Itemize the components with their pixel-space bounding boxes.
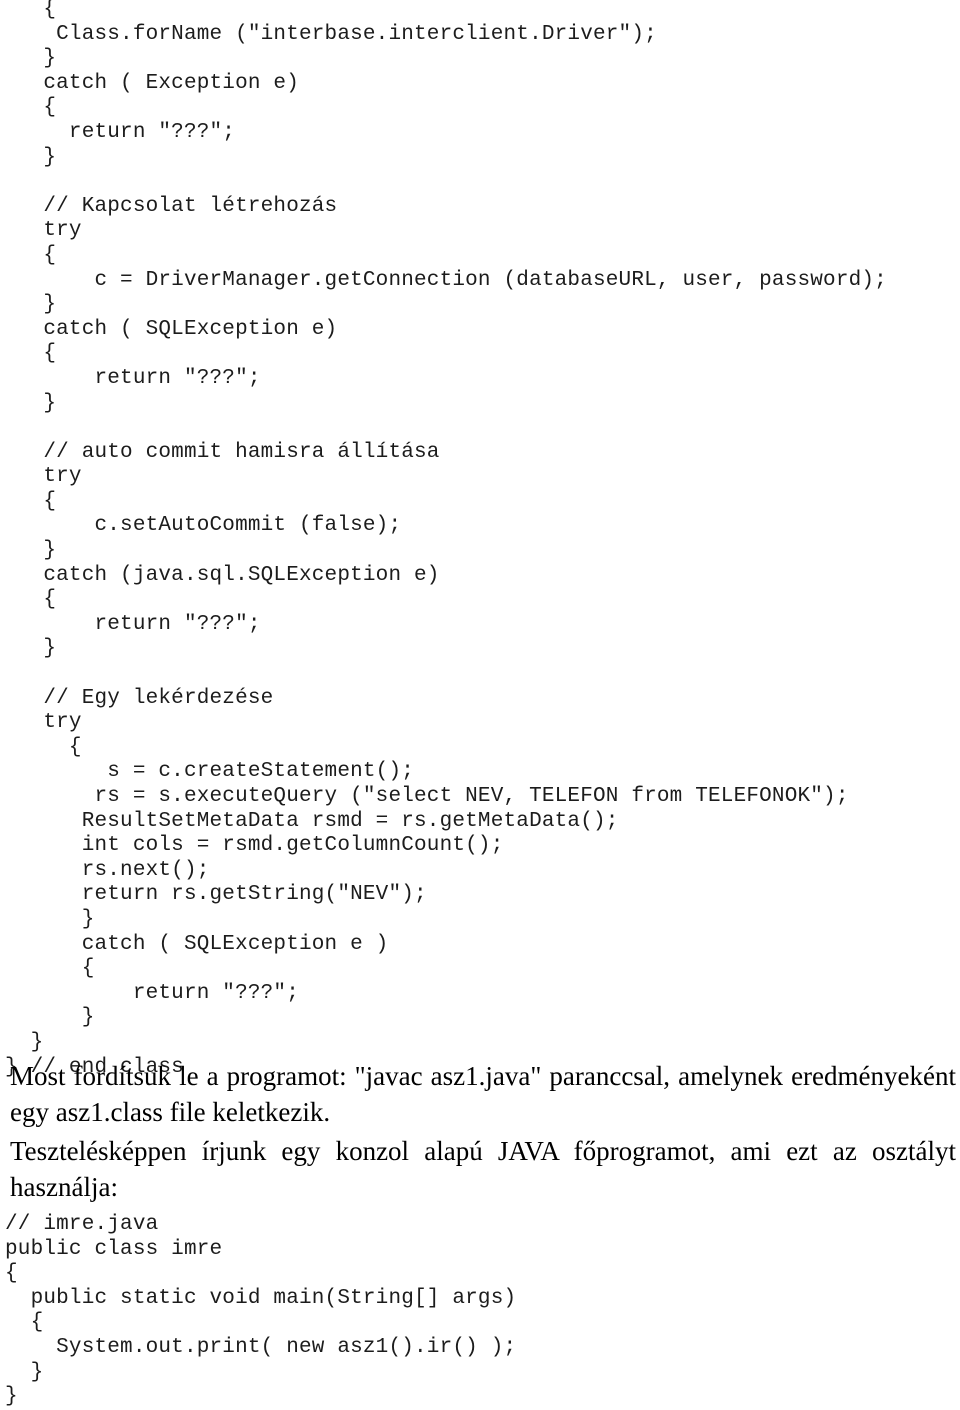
code-line: return "???";	[5, 981, 299, 1005]
code-line: {	[5, 735, 82, 759]
test-instruction-paragraph: Tesztelésképpen írjunk egy konzol alapú …	[10, 1133, 956, 1205]
code-line: try	[5, 219, 82, 243]
code-line: System.out.print( new asz1().ir() );	[5, 1335, 517, 1359]
document-page: { Class.forName ("interbase.interclient.…	[0, 0, 960, 1408]
code-line: // auto commit hamisra állítása	[5, 440, 440, 464]
code-line: c = DriverManager.getConnection (databas…	[5, 268, 887, 292]
code-line: public class imre	[5, 1237, 223, 1261]
code-line: try	[5, 711, 82, 735]
paragraph-line: Most fordítsuk le a programot: "javac as…	[10, 1061, 956, 1091]
code-line: ResultSetMetaData rsmd = rs.getMetaData(…	[5, 809, 619, 833]
code-line: }	[5, 907, 95, 931]
code-line: catch ( SQLException e)	[5, 317, 338, 341]
code-line: return rs.getString("NEV");	[5, 883, 427, 907]
paragraph-line: egy asz1.class file keletkezik.	[10, 1097, 331, 1127]
code-line: }	[5, 1006, 95, 1030]
code-line: }	[5, 293, 57, 317]
code-line: catch ( SQLException e )	[5, 932, 389, 956]
code-line: {	[5, 96, 57, 120]
code-line: }	[5, 539, 57, 563]
code-line: {	[5, 1262, 18, 1286]
code-line: }	[5, 1360, 44, 1384]
code-line: }	[5, 1385, 18, 1409]
code-block-asz1-jdbc: { Class.forName ("interbase.interclient.…	[5, 0, 887, 1080]
code-line: return "???";	[5, 120, 236, 144]
code-line: return "???";	[5, 612, 261, 636]
code-line: catch (java.sql.SQLException e)	[5, 563, 440, 587]
code-line: c.setAutoCommit (false);	[5, 514, 402, 538]
code-line: Class.forName ("interbase.interclient.Dr…	[5, 22, 657, 46]
code-line: try	[5, 465, 82, 489]
code-line: }	[5, 1030, 44, 1054]
code-line: // Kapcsolat létrehozás	[5, 194, 338, 218]
code-line: }	[5, 47, 57, 71]
code-line: {	[5, 489, 57, 513]
code-line: }	[5, 637, 57, 661]
code-line: {	[5, 0, 57, 21]
code-line: s = c.createStatement();	[5, 760, 415, 784]
code-line: {	[5, 342, 57, 366]
code-line: {	[5, 588, 57, 612]
code-line: rs.next();	[5, 858, 210, 882]
code-line: return "???";	[5, 366, 261, 390]
code-line: // imre.java	[5, 1213, 159, 1236]
code-line: }	[5, 391, 57, 415]
compile-instruction-paragraph: Most fordítsuk le a programot: "javac as…	[10, 1058, 956, 1130]
code-line: // Egy lekérdezése	[5, 686, 274, 710]
code-line: {	[5, 1311, 44, 1335]
code-block-imre-main: // imre.java public class imre{ public st…	[5, 1213, 516, 1410]
code-line: public static void main(String[] args)	[5, 1286, 517, 1310]
paragraph-line: Tesztelésképpen írjunk egy konzol alapú …	[10, 1136, 956, 1166]
code-line: }	[5, 145, 57, 169]
code-line: rs = s.executeQuery ("select NEV, TELEFO…	[5, 785, 849, 808]
code-line: {	[5, 957, 95, 981]
code-line: {	[5, 243, 57, 267]
code-line: catch ( Exception e)	[5, 71, 299, 95]
paragraph-line: használja:	[10, 1172, 118, 1202]
code-line: int cols = rsmd.getColumnCount();	[5, 834, 504, 858]
